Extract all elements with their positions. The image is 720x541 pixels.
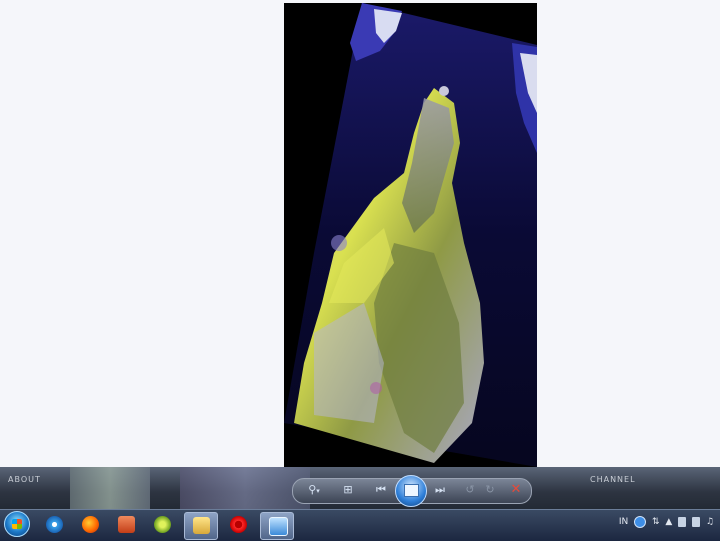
taskbar-opera[interactable] [222,512,254,538]
delete-button[interactable]: ✕ [508,482,524,498]
folder-icon [193,517,210,534]
speaker-icon[interactable]: ♫ [706,517,714,527]
internet-explorer-icon [46,516,63,533]
next-icon: ⏭ [435,483,445,496]
satellite-image [284,3,537,467]
background-label: CHANNEL [590,475,636,484]
rotate-left-icon: ↺ [465,483,475,496]
zoom-button[interactable]: ⚲▾ [306,482,322,498]
next-button[interactable]: ⏭ [432,482,448,498]
network-icon[interactable]: ⇅ [652,517,660,527]
fit-window-icon: ⊞ [343,483,353,496]
previous-icon: ⏮ [376,483,386,496]
slideshow-icon [404,484,419,497]
taskbar-file-explorer[interactable] [184,512,218,540]
app-icon [154,516,171,533]
delete-icon: ✕ [510,482,522,497]
triangle-up-icon[interactable]: ▲ [665,517,672,527]
photo-viewer-icon [269,517,288,536]
taskbar-app-green[interactable] [146,512,178,538]
previous-button[interactable]: ⏮ [373,482,389,498]
satellite-image-graphic [284,3,537,467]
powerpoint-icon [118,516,135,533]
firefox-icon [82,516,99,533]
system-tray: IN ⇅ ▲ ♫ [616,516,714,534]
fit-window-button[interactable]: ⊞ [340,482,356,498]
device-icon[interactable] [678,517,687,527]
opera-icon [230,516,247,533]
image-viewer-canvas [0,0,720,467]
taskbar-firefox[interactable] [74,512,106,538]
rotate-left-button[interactable]: ↺ [462,482,478,498]
taskbar-internet-explorer[interactable] [38,512,70,538]
taskbar [0,509,720,541]
taskbar-powerpoint[interactable] [110,512,142,538]
windows-logo-icon [12,519,22,529]
taskbar-photo-viewer[interactable] [260,512,294,540]
background-blur [180,467,310,509]
background-label: ABOUT [8,475,41,484]
start-button[interactable] [4,511,30,537]
help-icon[interactable] [634,516,647,528]
slideshow-button[interactable] [395,475,427,507]
chevron-down-icon: ▾ [316,487,320,495]
background-blur [70,467,150,509]
language-indicator[interactable]: IN [619,517,628,527]
rotate-right-icon: ↻ [485,483,495,496]
rotate-right-button[interactable]: ↻ [482,482,498,498]
battery-icon[interactable] [692,517,701,527]
